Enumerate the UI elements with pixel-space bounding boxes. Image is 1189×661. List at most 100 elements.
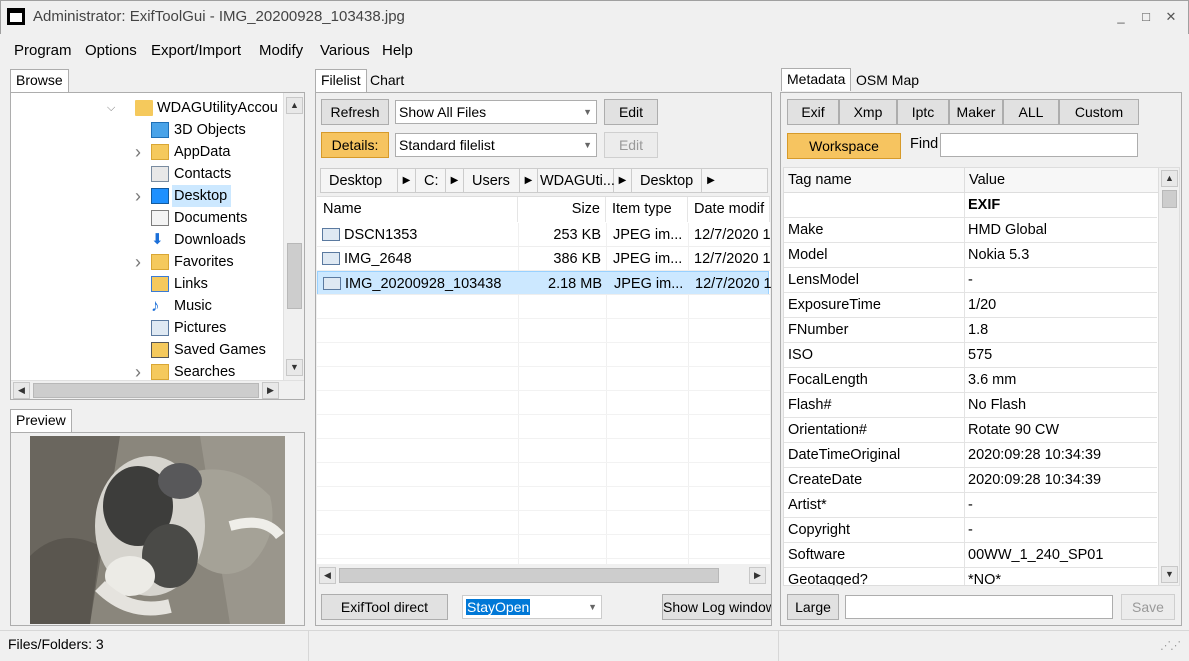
column-size[interactable]: Size: [518, 197, 606, 222]
column-tag-name[interactable]: Tag name: [788, 168, 852, 193]
large-button[interactable]: Large: [787, 594, 839, 620]
details-mode-select[interactable]: Standard filelist ▼: [395, 133, 597, 157]
metadata-edit-input[interactable]: [845, 595, 1113, 619]
workspace-button[interactable]: Workspace: [787, 133, 901, 159]
save-button[interactable]: Save: [1121, 594, 1175, 620]
metadata-row[interactable]: DateTimeOriginal 2020:09:28 10:34:39: [784, 443, 1157, 468]
breadcrumb-wdag[interactable]: WDAGUti...: [538, 169, 615, 193]
chevron-down-icon[interactable]: ⌵: [107, 97, 115, 119]
scroll-thumb-horizontal[interactable]: [33, 383, 259, 398]
menu-various[interactable]: Various: [320, 42, 370, 59]
tree-vertical-scrollbar[interactable]: ▲ ▼: [283, 93, 304, 380]
tag-value: 1.8: [968, 322, 989, 338]
column-item-type[interactable]: Item type: [606, 197, 688, 222]
file-row[interactable]: DSCN1353 253 KB JPEG im... 12/7/2020 1: [317, 223, 770, 247]
metadata-row[interactable]: FNumber 1.8: [784, 318, 1157, 343]
scroll-right-arrow-icon[interactable]: ▶: [262, 382, 279, 399]
scroll-right-arrow-icon[interactable]: ▶: [749, 567, 766, 584]
maker-button[interactable]: Maker: [949, 99, 1003, 125]
stay-open-select[interactable]: StayOpen ▼: [462, 595, 602, 619]
metadata-row[interactable]: Make HMD Global: [784, 218, 1157, 243]
column-name[interactable]: Name: [317, 197, 518, 222]
column-date-modified[interactable]: Date modif: [688, 197, 770, 222]
tab-osm-map[interactable]: OSM Map: [850, 69, 925, 92]
minimize-button[interactable]: _: [1109, 7, 1133, 27]
title-bar: Administrator: ExifToolGui - IMG_2020092…: [0, 0, 1189, 34]
file-row[interactable]: IMG_2648 386 KB JPEG im... 12/7/2020 1: [317, 247, 770, 271]
edit-details-button[interactable]: Edit: [604, 132, 658, 158]
column-value[interactable]: Value: [969, 168, 1005, 193]
exif-button[interactable]: Exif: [787, 99, 839, 125]
refresh-button[interactable]: Refresh: [321, 99, 389, 125]
tab-preview[interactable]: Preview: [10, 409, 72, 432]
breadcrumb-users[interactable]: Users: [464, 169, 520, 193]
metadata-row[interactable]: Geotagged? *NO*: [784, 568, 1157, 585]
xmp-button[interactable]: Xmp: [839, 99, 897, 125]
breadcrumb-desktop[interactable]: Desktop: [321, 169, 398, 193]
scroll-thumb[interactable]: [287, 243, 302, 309]
metadata-row[interactable]: Artist* -: [784, 493, 1157, 518]
iptc-button[interactable]: Iptc: [897, 99, 949, 125]
scroll-left-arrow-icon[interactable]: ◀: [13, 382, 30, 399]
find-input[interactable]: [940, 133, 1138, 157]
tag-value: 2020:09:28 10:34:39: [968, 447, 1102, 463]
show-log-window-button[interactable]: Show Log window: [662, 594, 772, 620]
chevron-right-icon[interactable]: ›: [135, 361, 141, 380]
metadata-row[interactable]: Flash# No Flash: [784, 393, 1157, 418]
tab-filelist[interactable]: Filelist: [315, 69, 367, 92]
close-button[interactable]: ✕: [1159, 7, 1183, 27]
menu-options[interactable]: Options: [85, 42, 137, 59]
scroll-left-arrow-icon[interactable]: ◀: [319, 567, 336, 584]
tree-horizontal-scrollbar[interactable]: ◀ ▶: [11, 380, 304, 399]
file-name: IMG_20200928_103438: [345, 276, 502, 292]
menu-modify[interactable]: Modify: [259, 42, 303, 59]
metadata-row[interactable]: Software 00WW_1_240_SP01: [784, 543, 1157, 568]
breadcrumb-arrow-icon[interactable]: ▶: [702, 169, 720, 193]
breadcrumb-arrow-icon[interactable]: ▶: [614, 169, 632, 193]
exiftool-direct-button[interactable]: ExifTool direct: [321, 594, 448, 620]
scroll-thumb-horizontal[interactable]: [339, 568, 719, 583]
file-row[interactable]: IMG_20200928_103438 2.18 MB JPEG im... 12/7…: [317, 271, 771, 295]
tab-metadata[interactable]: Metadata: [781, 68, 852, 91]
tab-browse[interactable]: Browse: [10, 69, 69, 92]
tab-chart[interactable]: Chart: [364, 69, 410, 92]
breadcrumb-arrow-icon[interactable]: ▶: [520, 169, 538, 193]
tree-item-label: Downloads: [174, 232, 246, 248]
all-button[interactable]: ALL: [1003, 99, 1059, 125]
scroll-up-arrow-icon[interactable]: ▲: [286, 97, 303, 114]
breadcrumb-desktop-2[interactable]: Desktop: [632, 169, 702, 193]
menu-program[interactable]: Program: [14, 42, 72, 59]
filelist-horizontal-scrollbar[interactable]: ◀ ▶: [317, 565, 770, 586]
chevron-right-icon[interactable]: ›: [135, 141, 141, 163]
maximize-button[interactable]: □: [1134, 7, 1158, 27]
scroll-down-arrow-icon[interactable]: ▼: [286, 359, 303, 376]
file-filter-select[interactable]: Show All Files ▼: [395, 100, 597, 124]
scroll-thumb[interactable]: [1162, 190, 1177, 208]
chevron-right-icon[interactable]: ›: [135, 251, 141, 273]
tag-name: ISO: [788, 347, 813, 363]
metadata-row[interactable]: Orientation# Rotate 90 CW: [784, 418, 1157, 443]
tag-value: -: [968, 272, 973, 288]
metadata-row[interactable]: ExposureTime 1/20: [784, 293, 1157, 318]
metadata-row[interactable]: EXIF: [784, 193, 1157, 218]
custom-button[interactable]: Custom: [1059, 99, 1139, 125]
breadcrumb-arrow-icon[interactable]: ▶: [446, 169, 464, 193]
chevron-right-icon[interactable]: ›: [135, 185, 141, 207]
menu-export-import[interactable]: Export/Import: [151, 42, 241, 59]
scroll-down-arrow-icon[interactable]: ▼: [1161, 566, 1178, 583]
edit-filter-button[interactable]: Edit: [604, 99, 658, 125]
breadcrumb-arrow-icon[interactable]: ▶: [398, 169, 416, 193]
menu-help[interactable]: Help: [382, 42, 413, 59]
stay-open-value: StayOpen: [466, 599, 531, 615]
metadata-vertical-scrollbar[interactable]: ▲ ▼: [1158, 167, 1180, 586]
metadata-row[interactable]: FocalLength 3.6 mm: [784, 368, 1157, 393]
scroll-up-arrow-icon[interactable]: ▲: [1161, 170, 1178, 187]
resize-grip-icon[interactable]: ⋰⋰: [1160, 639, 1181, 652]
metadata-row[interactable]: ISO 575: [784, 343, 1157, 368]
metadata-row[interactable]: Copyright -: [784, 518, 1157, 543]
details-button[interactable]: Details:: [321, 132, 389, 158]
metadata-row[interactable]: Model Nokia 5.3: [784, 243, 1157, 268]
breadcrumb-c-drive[interactable]: C:: [416, 169, 446, 193]
metadata-row[interactable]: LensModel -: [784, 268, 1157, 293]
metadata-row[interactable]: CreateDate 2020:09:28 10:34:39: [784, 468, 1157, 493]
